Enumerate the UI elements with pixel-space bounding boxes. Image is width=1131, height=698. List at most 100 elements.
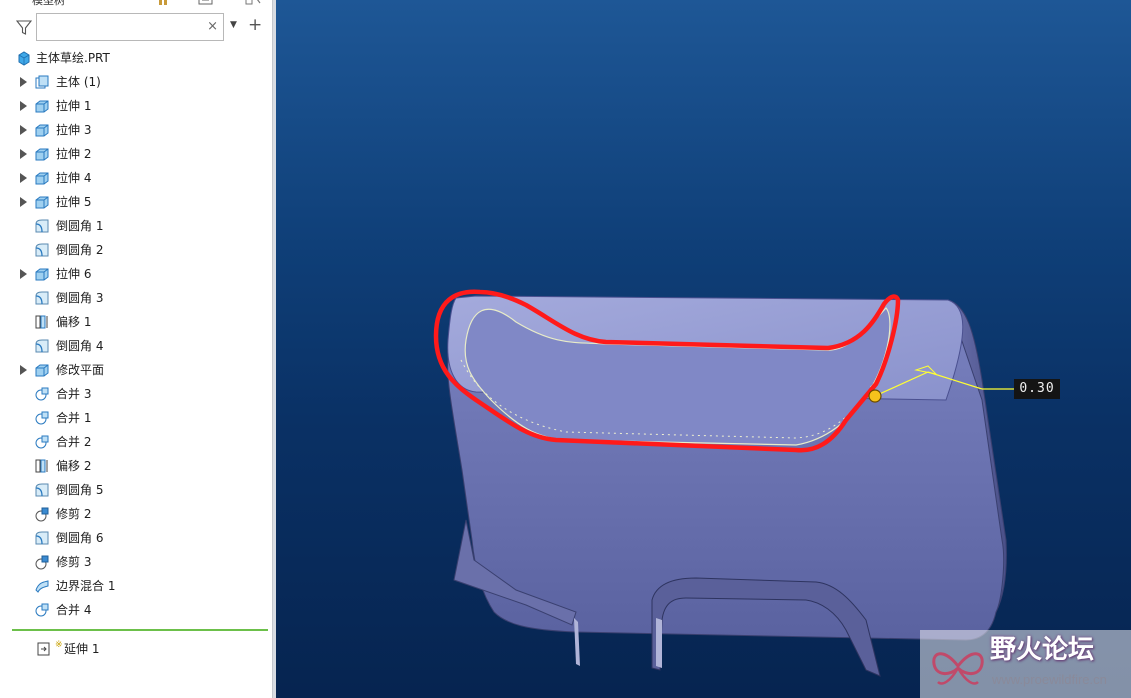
tree-item-label: 延伸 1 [64, 642, 100, 656]
tree-item[interactable]: 合并 4 [0, 598, 272, 622]
tree-root-label: 主体草绘.PRT [36, 51, 110, 65]
expand-arrow-icon[interactable] [20, 197, 27, 207]
tree-item[interactable]: 修剪 3 [0, 550, 272, 574]
model-3d-view[interactable] [276, 0, 1131, 698]
tree-item-label: 倒圆角 3 [56, 291, 104, 305]
tree-item[interactable]: 偏移 1 [0, 310, 272, 334]
tree-item-label: 偏移 1 [56, 315, 92, 329]
tree-item-label: 倒圆角 2 [56, 243, 104, 257]
merge-icon [34, 602, 50, 618]
tree-item[interactable]: 主体 (1) [0, 70, 272, 94]
tree-item-extend-1[interactable]: ※ 延伸 1 [0, 637, 272, 661]
tree-item[interactable]: 拉伸 4 [0, 166, 272, 190]
tree-item[interactable]: 拉伸 3 [0, 118, 272, 142]
expand-arrow-icon[interactable] [20, 77, 27, 87]
extrude-icon [34, 146, 50, 162]
filter-icon[interactable] [15, 20, 33, 36]
round-icon [34, 482, 50, 498]
tree-item[interactable]: 修剪 2 [0, 502, 272, 526]
tree-item[interactable]: 倒圆角 4 [0, 334, 272, 358]
extrude-icon [34, 98, 50, 114]
tree-item[interactable]: 合并 2 [0, 430, 272, 454]
tree-item-label: 修改平面 [56, 363, 105, 377]
model-tree-panel: 模型树 × ▼ + 主体草绘.PRT 主体 (1) 拉伸 1 拉伸 3 拉伸 2 拉伸 [0, 0, 272, 698]
trim-icon [34, 506, 50, 522]
tree-item-label: 偏移 2 [56, 459, 92, 473]
tree-item-label: 拉伸 4 [56, 171, 92, 185]
tree-settings-icon[interactable] [198, 0, 214, 11]
tree-item-label: 倒圆角 5 [56, 483, 104, 497]
tree-root-part[interactable]: 主体草绘.PRT [0, 46, 272, 70]
tree-item-label: 拉伸 2 [56, 147, 92, 161]
tree-item-label: 倒圆角 1 [56, 219, 104, 233]
merge-icon [34, 434, 50, 450]
tree-item[interactable]: 拉伸 1 [0, 94, 272, 118]
trim-icon [34, 554, 50, 570]
watermark-title: 野火论坛 [990, 635, 1095, 665]
tree-item-label: 拉伸 1 [56, 99, 92, 113]
search-input[interactable] [39, 16, 203, 38]
round-icon [34, 242, 50, 258]
tree-item[interactable]: 倒圆角 3 [0, 286, 272, 310]
graphics-viewport[interactable]: 0.30 野火论坛 www.proewildfire.cn [276, 0, 1131, 698]
chevron-down-icon[interactable]: ▼ [230, 20, 237, 30]
expand-arrow-icon[interactable] [20, 125, 27, 135]
bottom-tab-mid [656, 618, 662, 668]
tree-item-label: 修剪 2 [56, 507, 92, 521]
body-icon [34, 74, 50, 90]
offset-icon [34, 458, 50, 474]
tree-item-label: 拉伸 5 [56, 195, 92, 209]
offset-icon [34, 314, 50, 330]
tree-item[interactable]: 边界混合 1 [0, 574, 272, 598]
columns-icon[interactable] [158, 0, 172, 11]
extrude-icon [34, 170, 50, 186]
filter-row: × ▼ + [0, 12, 272, 42]
tree-item[interactable]: 倒圆角 1 [0, 214, 272, 238]
extrude-icon [34, 122, 50, 138]
part-icon [16, 50, 32, 66]
insert-here-marker[interactable] [12, 629, 268, 631]
boundary-blend-icon [34, 578, 50, 594]
expand-arrow-icon[interactable] [20, 365, 27, 375]
insert-marker-icon: ※ [55, 640, 63, 650]
panel-title: 模型树 [32, 0, 65, 7]
tree-item-label: 合并 4 [56, 603, 92, 617]
add-icon[interactable]: + [248, 15, 262, 35]
tree-item-label: 合并 2 [56, 435, 92, 449]
merge-icon [34, 386, 50, 402]
expand-arrow-icon[interactable] [20, 173, 27, 183]
tree-item[interactable]: 合并 1 [0, 406, 272, 430]
tree-item[interactable]: 倒圆角 2 [0, 238, 272, 262]
search-box: × [36, 13, 224, 41]
tree-item-label: 修剪 3 [56, 555, 92, 569]
show-hide-icon[interactable] [244, 0, 262, 11]
panel-header: 模型树 [0, 0, 272, 8]
watermark: 野火论坛 www.proewildfire.cn [920, 630, 1131, 698]
drag-handle [868, 389, 882, 403]
tree-item-label: 拉伸 3 [56, 123, 92, 137]
tree-item[interactable]: 拉伸 2 [0, 142, 272, 166]
tree-item-label: 主体 (1) [56, 75, 101, 89]
extrude-icon [34, 194, 50, 210]
expand-arrow-icon[interactable] [20, 101, 27, 111]
dimension-value-label[interactable]: 0.30 [1014, 379, 1060, 399]
extend-icon [36, 641, 52, 657]
expand-arrow-icon[interactable] [20, 269, 27, 279]
round-icon [34, 530, 50, 546]
extrude-icon [34, 266, 50, 282]
tree-item[interactable]: 倒圆角 5 [0, 478, 272, 502]
tree-item[interactable]: 拉伸 5 [0, 190, 272, 214]
tree-item-label: 边界混合 1 [56, 579, 116, 593]
tree-item[interactable]: 合并 3 [0, 382, 272, 406]
round-icon [34, 218, 50, 234]
tree-item[interactable]: 倒圆角 6 [0, 526, 272, 550]
extrude-icon [34, 362, 50, 378]
butterfly-logo-icon [928, 636, 988, 692]
tree-item[interactable]: 拉伸 6 [0, 262, 272, 286]
expand-arrow-icon[interactable] [20, 149, 27, 159]
tree-item[interactable]: 偏移 2 [0, 454, 272, 478]
watermark-url: www.proewildfire.cn [992, 672, 1107, 687]
tree-item[interactable]: 修改平面 [0, 358, 272, 382]
clear-search-icon[interactable]: × [207, 18, 218, 36]
tree-item-label: 合并 1 [56, 411, 92, 425]
